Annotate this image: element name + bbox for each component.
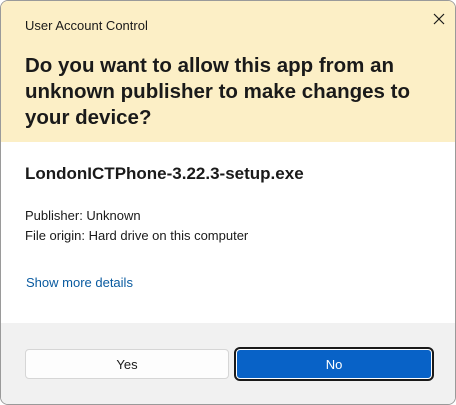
close-icon: [433, 13, 445, 25]
yes-button[interactable]: Yes: [25, 349, 229, 379]
prompt-question: Do you want to allow this app from an un…: [25, 54, 410, 129]
dialog-content: LondonICTPhone-3.22.3-setup.exe Publishe…: [1, 142, 455, 323]
window-title: User Account Control: [25, 18, 148, 33]
dialog-footer: Yes No: [1, 323, 455, 404]
publisher-text: Publisher: Unknown: [25, 208, 141, 223]
dialog-header: User Account Control Do you want to allo…: [1, 1, 455, 142]
close-button[interactable]: [425, 5, 453, 33]
show-more-details-link[interactable]: Show more details: [26, 275, 133, 290]
uac-dialog: User Account Control Do you want to allo…: [0, 0, 456, 405]
file-origin-text: File origin: Hard drive on this computer: [25, 228, 249, 243]
no-button[interactable]: No: [234, 347, 434, 381]
program-filename: LondonICTPhone-3.22.3-setup.exe: [25, 164, 304, 183]
